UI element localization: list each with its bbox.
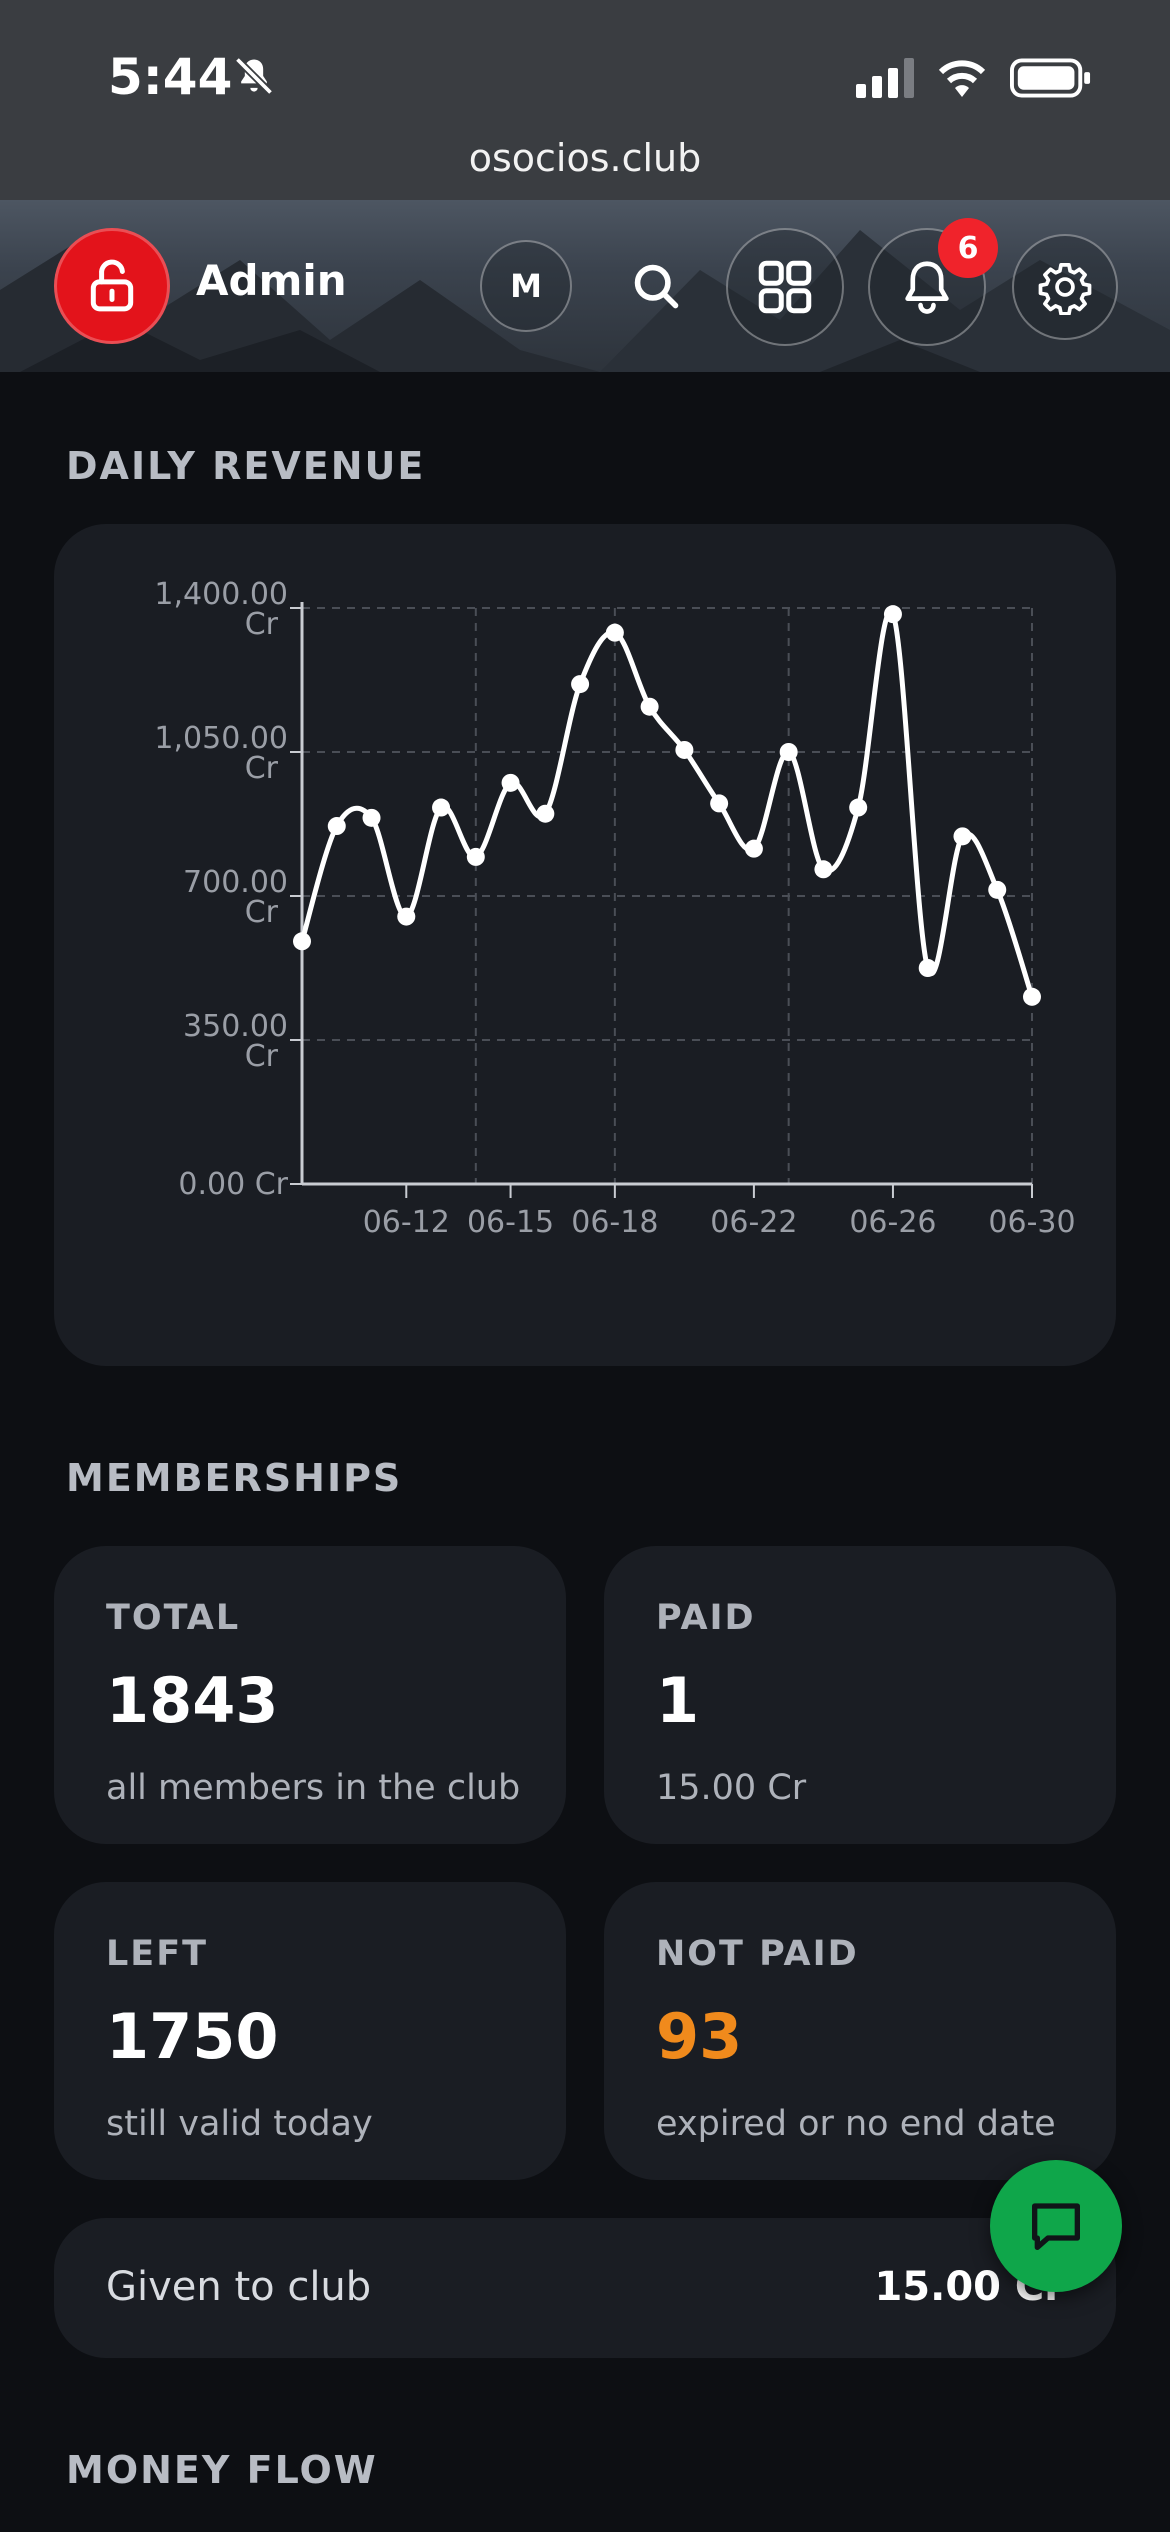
given-to-club-label: Given to club bbox=[106, 2264, 372, 2310]
stat-subtitle: still valid today bbox=[106, 2104, 373, 2144]
revenue-data-point bbox=[953, 827, 972, 846]
stat-subtitle: all members in the club bbox=[106, 1768, 521, 1808]
x-tick-label: 06-30 bbox=[988, 1205, 1075, 1240]
revenue-data-point bbox=[918, 959, 937, 977]
stat-label: NOT PAID bbox=[656, 1934, 859, 1974]
status-time: 5:44 bbox=[108, 48, 233, 106]
left-members-card[interactable]: LEFT 1750 still valid today bbox=[54, 1882, 566, 2180]
money-flow-heading: MONEY FLOW bbox=[66, 2448, 378, 2492]
address-bar-url[interactable]: osocios.club bbox=[0, 136, 1170, 180]
revenue-data-point bbox=[397, 907, 416, 926]
battery-icon bbox=[1010, 58, 1091, 98]
revenue-data-point bbox=[571, 675, 590, 694]
revenue-data-point bbox=[293, 932, 311, 951]
x-tick-label: 06-15 bbox=[467, 1205, 554, 1240]
y-tick-label: 350.00 Cr bbox=[183, 1009, 288, 1074]
revenue-data-point bbox=[988, 880, 1007, 899]
revenue-data-point bbox=[675, 740, 694, 759]
memberships-heading: MEMBERSHIPS bbox=[66, 1456, 403, 1500]
bell-off-icon bbox=[234, 56, 274, 96]
revenue-data-point bbox=[362, 808, 381, 827]
revenue-data-point bbox=[327, 817, 346, 836]
daily-revenue-heading: DAILY REVENUE bbox=[66, 444, 426, 488]
stat-label: TOTAL bbox=[106, 1598, 241, 1638]
x-tick-label: 06-26 bbox=[849, 1205, 936, 1240]
lock-open-icon bbox=[90, 259, 134, 312]
chat-button[interactable] bbox=[990, 2160, 1122, 2292]
revenue-data-point bbox=[779, 743, 798, 761]
gear-icon bbox=[1038, 262, 1092, 315]
revenue-data-point bbox=[1023, 987, 1041, 1006]
notification-badge: 6 bbox=[938, 218, 998, 278]
status-bar: 5:44 osocios.club bbox=[0, 0, 1170, 200]
given-to-club-row: Given to club 15.00 Cr bbox=[54, 2218, 1116, 2358]
wifi-icon bbox=[938, 60, 986, 97]
stat-value: 1750 bbox=[106, 2000, 279, 2073]
search-icon bbox=[634, 264, 679, 309]
revenue-data-point bbox=[605, 623, 624, 642]
lock-open-button[interactable] bbox=[54, 228, 170, 344]
settings-button[interactable] bbox=[1012, 234, 1118, 340]
avatar-button[interactable]: M bbox=[480, 240, 572, 332]
daily-revenue-chart: 0.00 Cr 350.00 Cr 700.00 Cr 1,050.00 Cr 1,400.0… bbox=[154, 577, 1075, 1240]
search-button[interactable] bbox=[610, 240, 702, 332]
revenue-data-point bbox=[849, 798, 868, 817]
revenue-data-point bbox=[501, 773, 520, 792]
mountain-background-image bbox=[0, 230, 1170, 372]
user-name: Admin bbox=[196, 256, 347, 305]
y-tick-label: 1,050.00 Cr bbox=[154, 721, 288, 786]
apps-grid-button[interactable] bbox=[726, 228, 844, 346]
stat-subtitle: 15.00 Cr bbox=[656, 1768, 807, 1808]
y-tick-label: 1,400.00 Cr bbox=[154, 577, 288, 642]
chat-bubble-icon bbox=[1032, 2203, 1080, 2250]
paid-members-card[interactable]: PAID 1 15.00 Cr bbox=[604, 1546, 1116, 1844]
revenue-data-point bbox=[536, 804, 555, 823]
revenue-data-point bbox=[744, 839, 763, 858]
x-tick-label: 06-12 bbox=[363, 1205, 450, 1240]
grid-icon bbox=[758, 260, 812, 314]
total-members-card[interactable]: TOTAL 1843 all members in the club bbox=[54, 1546, 566, 1844]
stat-value: 1 bbox=[656, 1664, 700, 1737]
revenue-data-point bbox=[883, 605, 902, 624]
revenue-data-point bbox=[432, 798, 451, 817]
stat-label: PAID bbox=[656, 1598, 756, 1638]
app-header: Admin M 6 bbox=[0, 200, 1170, 372]
revenue-data-point bbox=[814, 860, 833, 879]
x-tick-label: 06-18 bbox=[571, 1205, 658, 1240]
y-tick-label: 700.00 Cr bbox=[183, 865, 288, 930]
y-tick-label: 0.00 Cr bbox=[178, 1167, 288, 1202]
revenue-data-point bbox=[710, 794, 729, 813]
x-tick-label: 06-22 bbox=[710, 1205, 797, 1240]
revenue-data-point bbox=[640, 697, 659, 716]
revenue-series-line bbox=[299, 608, 1035, 998]
daily-revenue-chart-card: 0.00 Cr 350.00 Cr 700.00 Cr 1,050.00 Cr 1,400.0… bbox=[54, 524, 1116, 1366]
stat-value: 1843 bbox=[106, 1664, 279, 1737]
revenue-data-point bbox=[466, 847, 485, 866]
not-paid-members-card[interactable]: NOT PAID 93 expired or no end date bbox=[604, 1882, 1116, 2180]
stat-subtitle: expired or no end date bbox=[656, 2104, 1056, 2144]
stat-value: 93 bbox=[656, 2000, 743, 2073]
stat-label: LEFT bbox=[106, 1934, 208, 1974]
cellular-signal-icon bbox=[856, 58, 914, 98]
